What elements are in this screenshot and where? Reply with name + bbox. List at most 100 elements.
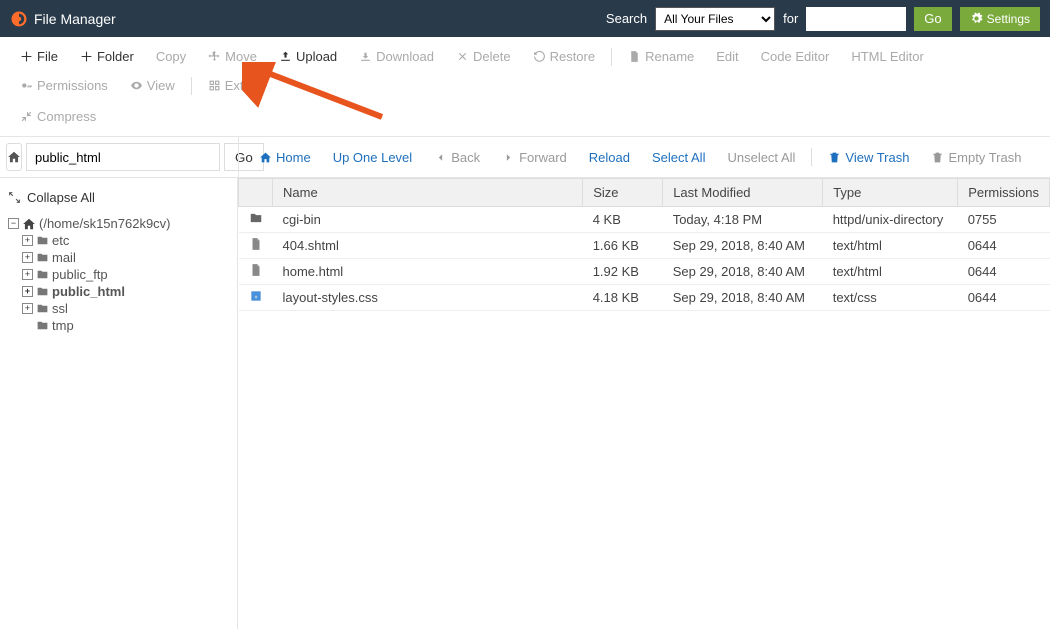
move-icon <box>208 50 221 63</box>
trash-icon <box>828 151 841 164</box>
file-permissions: 0644 <box>958 259 1050 285</box>
nav-back-button[interactable]: Back <box>424 144 490 171</box>
tree-root-label: (/home/sk15n762k9cv) <box>39 216 171 231</box>
edit-button[interactable]: Edit <box>706 43 748 70</box>
tree-toggle-icon[interactable]: + <box>22 235 33 246</box>
path-home-button[interactable] <box>6 143 22 171</box>
nav-unselect-all-button[interactable]: Unselect All <box>717 144 805 171</box>
file-type: text/html <box>823 259 958 285</box>
nav-select-all-button[interactable]: Select All <box>642 144 715 171</box>
folder-icon <box>36 302 49 315</box>
file-modified: Sep 29, 2018, 8:40 AM <box>663 233 823 259</box>
move-button[interactable]: Move <box>198 43 267 70</box>
rename-button[interactable]: Rename <box>618 43 704 70</box>
path-input[interactable] <box>26 143 220 171</box>
tree-toggle-icon[interactable]: + <box>22 303 33 314</box>
tree-item[interactable]: tmp <box>8 317 229 334</box>
file-name: cgi-bin <box>273 207 583 233</box>
tree-toggle-icon[interactable]: + <box>22 252 33 263</box>
file-type-icon <box>239 259 273 285</box>
trash-icon <box>931 151 944 164</box>
file-type: text/css <box>823 285 958 311</box>
settings-label: Settings <box>987 12 1030 26</box>
view-button[interactable]: View <box>120 72 185 99</box>
file-modified: Sep 29, 2018, 8:40 AM <box>663 285 823 311</box>
tree-item-label: ssl <box>52 301 68 316</box>
tree-toggle-icon[interactable]: + <box>22 286 33 297</box>
file-size: 1.92 KB <box>583 259 663 285</box>
tree-item-label: public_ftp <box>52 267 108 282</box>
file-size: 4 KB <box>583 207 663 233</box>
nav-up-button[interactable]: Up One Level <box>323 144 423 171</box>
table-row[interactable]: 404.shtml1.66 KBSep 29, 2018, 8:40 AMtex… <box>239 233 1050 259</box>
settings-button[interactable]: Settings <box>960 7 1040 31</box>
search-label: Search <box>606 11 647 26</box>
new-folder-button[interactable]: Folder <box>70 43 144 70</box>
tree-item-label: tmp <box>52 318 74 333</box>
tree-root[interactable]: − (/home/sk15n762k9cv) <box>8 215 229 232</box>
tree-toggle-icon[interactable]: − <box>8 218 19 229</box>
file-modified: Today, 4:18 PM <box>663 207 823 233</box>
download-button[interactable]: Download <box>349 43 444 70</box>
restore-button[interactable]: Restore <box>523 43 606 70</box>
file-type: text/html <box>823 233 958 259</box>
col-type-header[interactable]: Type <box>823 179 958 207</box>
file-name: home.html <box>273 259 583 285</box>
compress-button[interactable]: Compress <box>10 103 106 130</box>
search-go-button[interactable]: Go <box>914 7 951 31</box>
tree-toggle-icon[interactable]: + <box>22 269 33 280</box>
download-icon <box>359 50 372 63</box>
nav-view-trash-button[interactable]: View Trash <box>818 144 919 171</box>
html-editor-button[interactable]: HTML Editor <box>841 43 933 70</box>
home-icon <box>7 150 21 164</box>
search-scope-select[interactable]: All Your Files <box>655 7 775 31</box>
plus-icon <box>80 50 93 63</box>
nav-forward-button[interactable]: Forward <box>492 144 577 171</box>
tree-item-label: public_html <box>52 284 125 299</box>
col-permissions-header[interactable]: Permissions <box>958 179 1050 207</box>
table-row[interactable]: #layout-styles.css4.18 KBSep 29, 2018, 8… <box>239 285 1050 311</box>
collapse-all-button[interactable]: Collapse All <box>8 186 229 209</box>
new-file-button[interactable]: File <box>10 43 68 70</box>
copy-button[interactable]: Copy <box>146 43 196 70</box>
tree-item[interactable]: + public_html <box>8 283 229 300</box>
file-name: layout-styles.css <box>273 285 583 311</box>
svg-text:#: # <box>254 294 257 299</box>
nav-empty-trash-button[interactable]: Empty Trash <box>921 144 1031 171</box>
code-editor-button[interactable]: Code Editor <box>751 43 840 70</box>
file-size: 1.66 KB <box>583 233 663 259</box>
file-type-icon: # <box>239 285 273 311</box>
eye-icon <box>130 79 143 92</box>
tree-item[interactable]: +etc <box>8 232 229 249</box>
col-modified-header[interactable]: Last Modified <box>663 179 823 207</box>
tree-item[interactable]: + ssl <box>8 300 229 317</box>
table-row[interactable]: cgi-bin4 KBToday, 4:18 PMhttpd/unix-dire… <box>239 207 1050 233</box>
upload-icon <box>279 50 292 63</box>
tree-item[interactable]: + public_ftp <box>8 266 229 283</box>
upload-button[interactable]: Upload <box>269 43 347 70</box>
table-row[interactable]: home.html1.92 KBSep 29, 2018, 8:40 AMtex… <box>239 259 1050 285</box>
delete-button[interactable]: Delete <box>446 43 521 70</box>
file-name: 404.shtml <box>273 233 583 259</box>
search-input[interactable] <box>806 7 906 31</box>
col-size-header[interactable]: Size <box>583 179 663 207</box>
body-area: Collapse All − (/home/sk15n762k9cv) +etc… <box>0 178 1050 629</box>
path-area: Go <box>0 137 238 177</box>
toolbar-separator <box>191 77 192 95</box>
file-modified: Sep 29, 2018, 8:40 AM <box>663 259 823 285</box>
permissions-button[interactable]: Permissions <box>10 72 118 99</box>
file-table: Name Size Last Modified Type Permissions… <box>238 178 1050 311</box>
arrow-right-icon <box>502 151 515 164</box>
nav-home-button[interactable]: Home <box>249 144 321 171</box>
navigation-bar: Go Home Up One Level Back Forward Reload… <box>0 137 1050 178</box>
col-icon-header[interactable] <box>239 179 273 207</box>
arrow-left-icon <box>434 151 447 164</box>
nav-reload-button[interactable]: Reload <box>579 144 640 171</box>
tree-item[interactable]: +mail <box>8 249 229 266</box>
main-toolbar: File Folder Copy Move Upload Download De… <box>0 37 1050 137</box>
toolbar-separator <box>611 48 612 66</box>
app-title: File Manager <box>34 11 116 27</box>
file-permissions: 0755 <box>958 207 1050 233</box>
extract-button[interactable]: Extract <box>198 72 275 99</box>
col-name-header[interactable]: Name <box>273 179 583 207</box>
